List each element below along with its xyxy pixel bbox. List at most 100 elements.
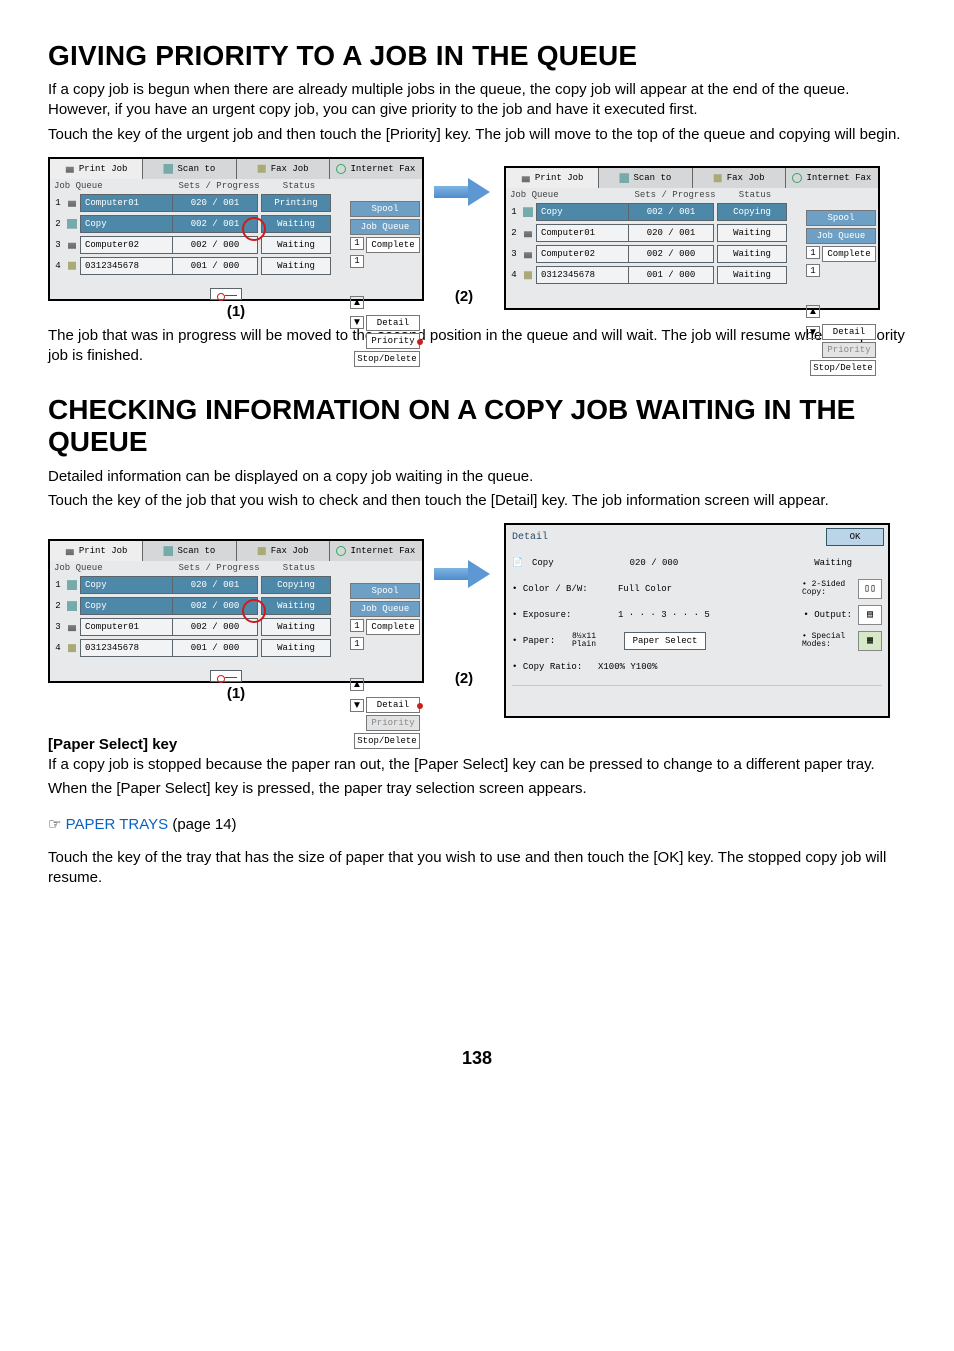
detail-panel: Detail OK 📄 Copy 020 / 000 Waiting • Col… <box>504 523 890 718</box>
spool-button[interactable]: Spool <box>806 210 876 226</box>
col-status: Status <box>264 563 334 573</box>
job-status: Waiting <box>261 618 331 636</box>
page-indicator: 1 <box>350 619 364 632</box>
ok-button[interactable]: OK <box>826 528 884 546</box>
scroll-up-button[interactable]: ▲ <box>350 678 364 691</box>
col-sets-progress: Sets / Progress <box>174 563 264 573</box>
output-label: Output: <box>814 610 852 620</box>
tab-scan-to[interactable]: Scan to <box>599 168 692 188</box>
queue-panel-after: Print Job Scan to Fax Job Internet Fax J… <box>504 166 880 310</box>
job-status: Copying <box>261 576 331 594</box>
col-sets-progress: Sets / Progress <box>630 190 720 200</box>
printer-icon <box>521 173 531 183</box>
stop-delete-button[interactable]: Stop/Delete <box>810 360 876 376</box>
scroll-down-button[interactable]: ▼ <box>350 699 364 712</box>
priority-button[interactable]: Priority <box>366 333 420 349</box>
tab-print-job[interactable]: Print Job <box>50 541 143 561</box>
para-3b: When the [Paper Select] key is pressed, … <box>48 779 906 799</box>
special-modes-label: Special Modes: <box>802 632 845 649</box>
paper-select-button[interactable]: Paper Select <box>624 632 706 650</box>
tab-scan-to[interactable]: Scan to <box>143 159 236 179</box>
col-job-queue: Job Queue <box>510 190 630 200</box>
scroll-down-button[interactable]: ▼ <box>806 326 820 339</box>
job-name: Copy <box>80 597 172 615</box>
job-type-icon <box>64 580 80 590</box>
scroll-down-button[interactable]: ▼ <box>350 316 364 329</box>
ratio-value: X100% Y100% <box>598 662 657 672</box>
tab-fax-job[interactable]: Fax Job <box>693 168 786 188</box>
complete-button[interactable]: Complete <box>366 237 420 253</box>
scanner-icon <box>619 173 629 183</box>
tab-fax-job[interactable]: Fax Job <box>237 159 330 179</box>
complete-button[interactable]: Complete <box>822 246 876 262</box>
arrow-right-icon <box>434 554 494 594</box>
stop-delete-button[interactable]: Stop/Delete <box>354 351 420 367</box>
tab-internet-fax[interactable]: Internet Fax <box>330 541 422 561</box>
spool-button[interactable]: Spool <box>350 201 420 217</box>
caption-1b: (1) <box>227 685 245 702</box>
priority-button: Priority <box>822 342 876 358</box>
col-job-queue: Job Queue <box>54 181 174 191</box>
job-type-icon <box>64 240 80 250</box>
ratio-label: Copy Ratio: <box>523 662 582 672</box>
page-number: 138 <box>48 1048 906 1069</box>
col-sets-progress: Sets / Progress <box>174 181 264 191</box>
detail-status: Waiting <box>814 558 852 568</box>
job-progress: 020 / 001 <box>628 224 714 242</box>
globe-icon <box>336 546 346 556</box>
job-status: Waiting <box>261 639 331 657</box>
globe-icon <box>336 164 346 174</box>
spool-button[interactable]: Spool <box>350 583 420 599</box>
job-name: Computer02 <box>536 245 628 263</box>
job-name: Computer02 <box>80 236 172 254</box>
job-progress: 001 / 000 <box>172 257 258 275</box>
detail-button[interactable]: Detail <box>366 697 420 713</box>
printer-icon <box>65 546 75 556</box>
col-status: Status <box>264 181 334 191</box>
tab-internet-fax[interactable]: Internet Fax <box>786 168 878 188</box>
job-name: Computer01 <box>536 224 628 242</box>
tab-print-job[interactable]: Print Job <box>50 159 143 179</box>
job-status: Waiting <box>261 215 331 233</box>
job-progress: 001 / 000 <box>628 266 714 284</box>
job-type-icon <box>64 198 80 208</box>
page-indicator: 1 <box>806 246 820 259</box>
fax-icon <box>257 164 267 174</box>
scroll-up-button[interactable]: ▲ <box>806 305 820 318</box>
row-num: 4 <box>52 643 64 653</box>
job-progress: 002 / 000 <box>628 245 714 263</box>
caption-2b: (2) <box>455 670 473 687</box>
tab-internet-fax[interactable]: Internet Fax <box>330 159 422 179</box>
two-sided-label: 2-Sided Copy: <box>802 580 845 597</box>
reference-icon: ☞ <box>48 816 61 833</box>
tab-fax-job[interactable]: Fax Job <box>237 541 330 561</box>
job-queue-button[interactable]: Job Queue <box>350 601 420 617</box>
tab-print-job[interactable]: Print Job <box>506 168 599 188</box>
tab-scan-to[interactable]: Scan to <box>143 541 236 561</box>
paper-trays-link[interactable]: PAPER TRAYS <box>66 816 169 833</box>
special-modes-icon: ▦ <box>858 631 882 651</box>
detail-button[interactable]: Detail <box>366 315 420 331</box>
paper-select-heading: [Paper Select] key <box>48 736 906 753</box>
job-queue-button[interactable]: Job Queue <box>350 219 420 235</box>
job-progress: 001 / 000 <box>172 639 258 657</box>
job-name: Copy <box>80 576 172 594</box>
complete-button[interactable]: Complete <box>366 619 420 635</box>
detail-button[interactable]: Detail <box>822 324 876 340</box>
job-name: Copy <box>536 203 628 221</box>
color-value: Full Color <box>618 584 672 594</box>
job-queue-button[interactable]: Job Queue <box>806 228 876 244</box>
job-progress: 002 / 001 <box>628 203 714 221</box>
globe-icon <box>792 173 802 183</box>
para-2a: Detailed information can be displayed on… <box>48 467 906 487</box>
stop-delete-button[interactable]: Stop/Delete <box>354 733 420 749</box>
printer-icon <box>65 164 75 174</box>
outro-para-1: The job that was in progress will be mov… <box>48 326 906 367</box>
row-num: 3 <box>508 249 520 259</box>
arrow-right-icon <box>434 172 494 212</box>
job-type-icon <box>64 261 80 271</box>
job-progress: 002 / 000 <box>172 618 258 636</box>
scroll-up-button[interactable]: ▲ <box>350 296 364 309</box>
col-status: Status <box>720 190 790 200</box>
priority-button: Priority <box>366 715 420 731</box>
